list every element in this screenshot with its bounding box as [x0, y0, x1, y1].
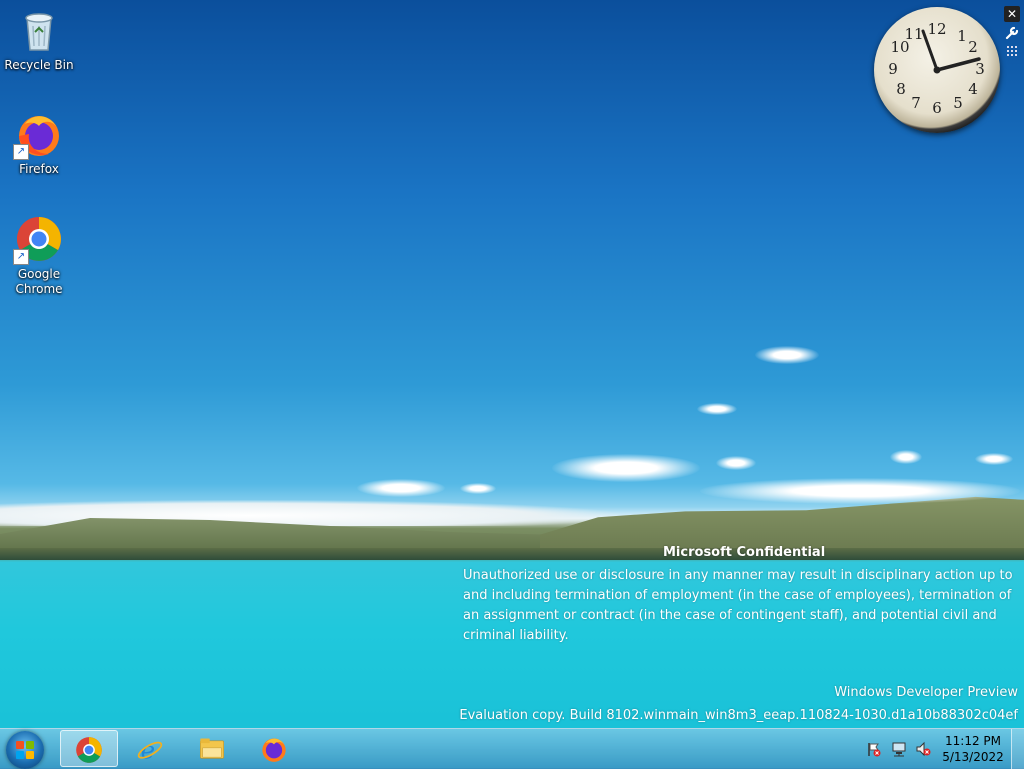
gadget-drag-handle[interactable]: [1004, 44, 1020, 60]
cloud: [755, 346, 819, 364]
clock-gadget[interactable]: 12 1 2 3 4 5 6 7 8 9 10 11: [874, 7, 1000, 133]
system-clock[interactable]: 11:12 PM 5/13/2022: [938, 733, 1008, 765]
recycle-bin-icon: [15, 6, 63, 54]
cloud: [700, 478, 1020, 504]
desktop-icon-label: Recycle Bin: [4, 58, 74, 72]
shoreline: [0, 548, 1024, 560]
taskbar-button-internet-explorer[interactable]: e: [122, 730, 180, 767]
cloud: [357, 479, 445, 497]
taskbar: e 11:12 PM 5/13/2022: [0, 728, 1024, 769]
wrench-icon: [1005, 26, 1019, 40]
cloud: [697, 403, 737, 415]
cloud: [460, 483, 496, 494]
internet-explorer-icon: e: [137, 735, 163, 763]
cloud: [552, 454, 700, 482]
start-button[interactable]: [6, 731, 44, 769]
confidential-notice: Unauthorized use or disclosure in any ma…: [463, 568, 1013, 643]
gadget-options-button[interactable]: [1004, 25, 1020, 41]
windows-logo-icon: [16, 741, 34, 759]
taskbar-button-file-explorer[interactable]: [184, 730, 242, 767]
gadget-controls: ✕: [1004, 6, 1022, 63]
desktop-icon-label: Firefox: [19, 162, 59, 176]
chrome-icon: [76, 737, 102, 763]
desktop-icon-label: Google Chrome: [15, 267, 63, 296]
drag-grip-icon: [1007, 46, 1017, 56]
clock-hands: [921, 29, 981, 74]
action-center-flag-icon[interactable]: [866, 741, 882, 757]
clock-time: 11:12 PM: [945, 734, 1001, 748]
confidential-title: Microsoft Confidential: [663, 545, 826, 560]
build-watermark: Evaluation copy. Build 8102.winmain_win8…: [459, 708, 1018, 723]
taskbar-button-chrome[interactable]: [60, 730, 118, 767]
desktop: Recycle Bin ↗ Firefox ↗ Google Chrome 12…: [0, 0, 1024, 728]
desktop-icon-firefox[interactable]: ↗ Firefox: [3, 110, 75, 177]
cloud: [890, 450, 922, 464]
show-desktop-button[interactable]: [1011, 729, 1024, 769]
volume-muted-icon[interactable]: [915, 741, 931, 757]
desktop-icon-google-chrome[interactable]: ↗ Google Chrome: [3, 215, 75, 297]
shortcut-arrow-icon: ↗: [13, 249, 29, 265]
taskbar-button-firefox[interactable]: [246, 730, 304, 767]
shortcut-arrow-icon: ↗: [13, 144, 29, 160]
desktop-icon-recycle-bin[interactable]: Recycle Bin: [3, 6, 75, 73]
network-icon[interactable]: [891, 741, 907, 757]
file-explorer-icon: [200, 738, 224, 759]
cloud: [716, 456, 756, 470]
cloud: [975, 453, 1013, 465]
firefox-icon: [262, 738, 286, 762]
clock-date: 5/13/2022: [942, 750, 1004, 764]
chrome-icon: ↗: [13, 215, 63, 265]
edition-watermark: Windows Developer Preview: [834, 685, 1018, 700]
gadget-close-button[interactable]: ✕: [1004, 6, 1020, 22]
firefox-icon: ↗: [13, 110, 63, 160]
